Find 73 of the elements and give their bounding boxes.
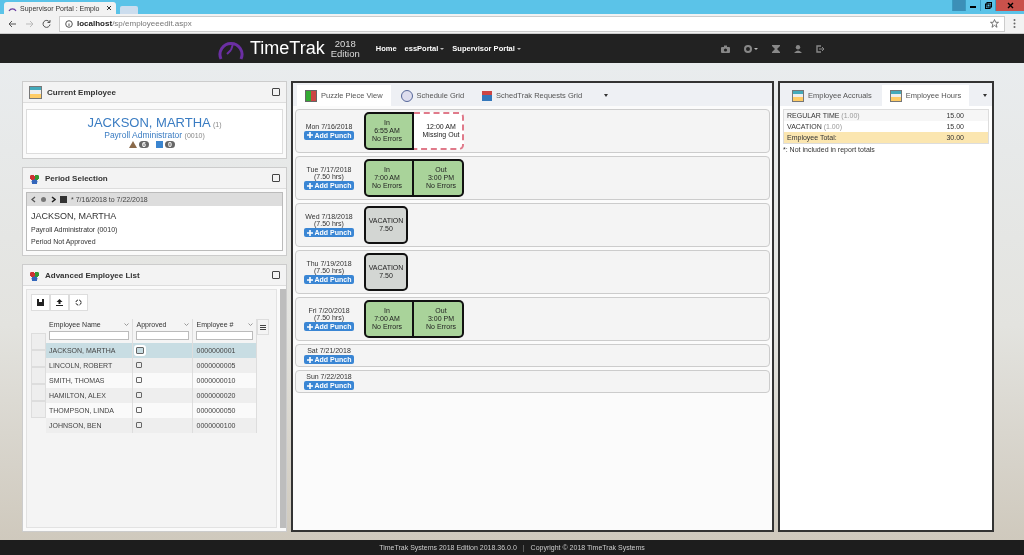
plus-icon [306,382,313,389]
employee-name: JACKSON, MARTHA [87,115,211,130]
tab-icon [305,89,317,102]
column-menu-button[interactable] [257,319,269,335]
refresh-icon [75,299,82,306]
previous-icon[interactable] [31,196,36,203]
plus-icon [306,182,313,189]
row-header-cell[interactable] [31,384,46,401]
collapse-button[interactable] [272,174,280,182]
row-header-cell[interactable] [31,367,46,384]
restore-button[interactable] [980,0,995,11]
settings-icon[interactable] [743,44,758,53]
row-header-cell[interactable] [31,333,46,350]
brand-name: TimeTrak [250,38,325,59]
filter-field[interactable] [196,331,253,340]
upload-icon [56,299,63,306]
checkbox[interactable] [136,346,145,354]
close-button[interactable] [995,0,1024,11]
logout-icon[interactable] [815,44,824,53]
timesheet-icon [792,89,804,102]
address-bar[interactable]: localhost/sp/employeeedit.aspx [59,15,1005,32]
current-period-icon[interactable] [40,196,47,203]
close-icon[interactable] [106,5,112,11]
save-button[interactable] [31,294,50,311]
close-icon [1006,2,1014,9]
filter-field[interactable] [136,331,190,340]
upload-button[interactable] [50,294,69,311]
collapse-button[interactable] [272,271,280,279]
row-header-cell[interactable] [31,350,46,367]
chevron-down-icon[interactable] [124,323,130,326]
panel-title: Period Selection [45,173,109,183]
people-icon [29,269,40,281]
checkbox[interactable] [136,407,143,413]
reload-icon[interactable] [42,19,51,28]
back-icon[interactable] [8,19,17,28]
restore-icon [984,2,992,9]
tab-icon [482,90,493,101]
edition-label: 2018 Edition [330,38,360,59]
camera-icon[interactable] [720,44,730,53]
caret-icon[interactable] [604,94,609,97]
plus-icon [306,229,313,236]
caret-icon[interactable] [983,94,988,97]
plus-icon [306,276,313,283]
checkbox[interactable] [136,362,143,368]
checkbox[interactable] [136,392,143,398]
menu-icon [260,324,266,330]
panel-title: Advanced Employee List [45,270,141,280]
employee-name: JACKSON, MARTHA [31,211,118,221]
menu-icon[interactable] [1013,19,1016,28]
star-icon[interactable] [990,19,999,28]
hourglass-icon[interactable] [771,44,780,53]
scrollbar[interactable] [280,289,286,528]
plus-icon [306,132,313,138]
panel-title: Current Employee [47,87,117,97]
people-icon [29,172,40,184]
warning-icon [129,141,138,148]
collapse-button[interactable] [272,88,280,96]
employee-position: Payroll Administrator [104,130,183,140]
plus-icon [306,356,313,363]
save-icon [37,299,44,306]
filter-field[interactable] [49,331,130,340]
next-icon[interactable] [51,196,56,203]
checkbox[interactable] [136,422,143,428]
chevron-down-icon[interactable] [248,323,253,326]
timesheet-icon [889,89,902,102]
timesheet-icon [29,85,42,99]
calendar-icon [156,141,163,148]
row-header-cell[interactable] [31,401,46,418]
checkbox[interactable] [136,377,143,383]
tab-icon [400,89,413,102]
chevron-down-icon[interactable] [184,323,190,326]
plus-icon [306,323,313,330]
info-icon [65,19,73,28]
